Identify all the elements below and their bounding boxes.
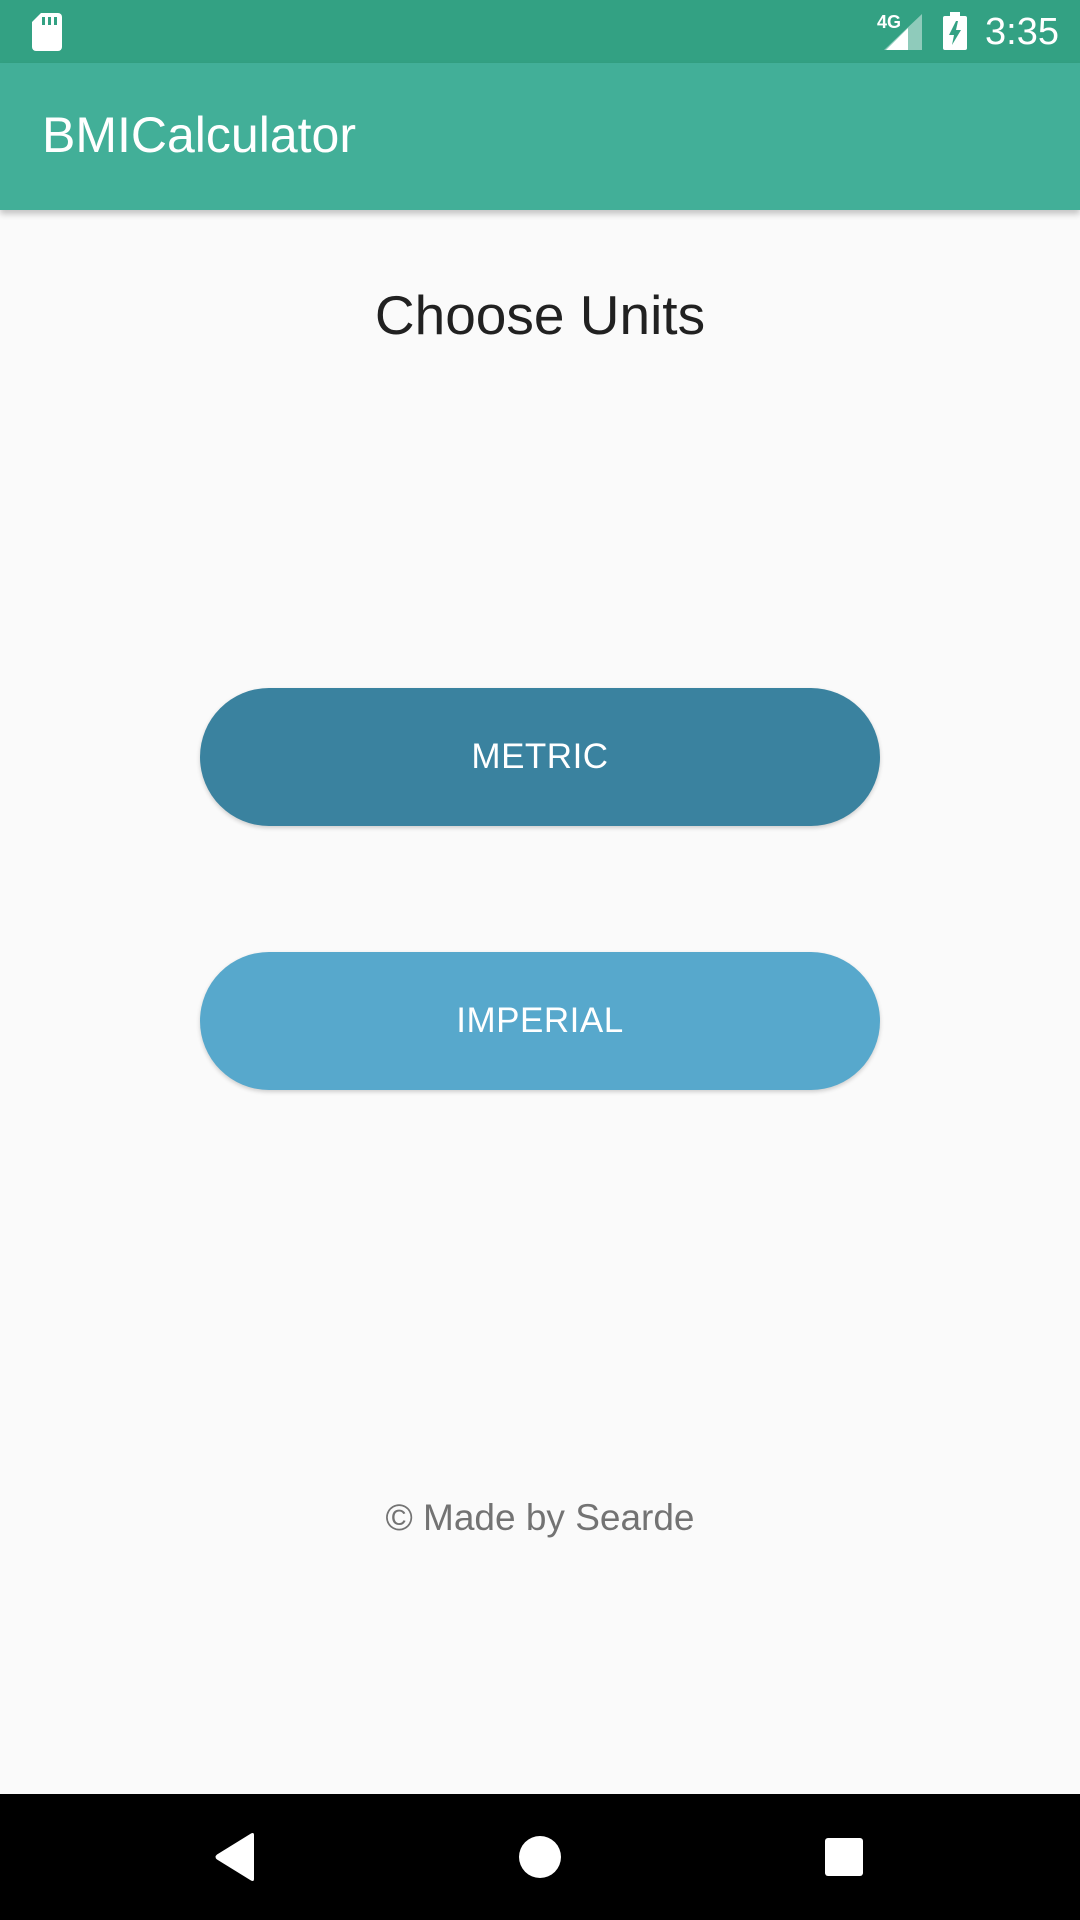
page-heading: Choose Units	[374, 284, 706, 346]
signal-icon	[884, 14, 922, 50]
battery-charging-icon	[943, 12, 967, 50]
imperial-button[interactable]: IMPERIAL	[200, 952, 880, 1090]
imperial-button-label: IMPERIAL	[456, 1001, 624, 1040]
recents-icon	[825, 1838, 863, 1876]
app-bar: BMICalculator	[0, 63, 1080, 210]
home-button[interactable]	[450, 1794, 630, 1920]
footer-credit: © Made by Searde	[385, 1497, 695, 1538]
back-button[interactable]	[146, 1794, 326, 1920]
sd-card-icon	[32, 13, 62, 51]
home-icon	[519, 1836, 561, 1878]
status-bar: 4G 3:35	[0, 0, 1080, 63]
recents-button[interactable]	[754, 1794, 934, 1920]
navigation-bar	[0, 1794, 1080, 1920]
metric-button-label: METRIC	[471, 737, 609, 776]
back-icon	[215, 1833, 254, 1881]
app-title: BMICalculator	[42, 107, 356, 163]
metric-button[interactable]: METRIC	[200, 688, 880, 826]
status-time: 3:35	[985, 11, 1059, 53]
